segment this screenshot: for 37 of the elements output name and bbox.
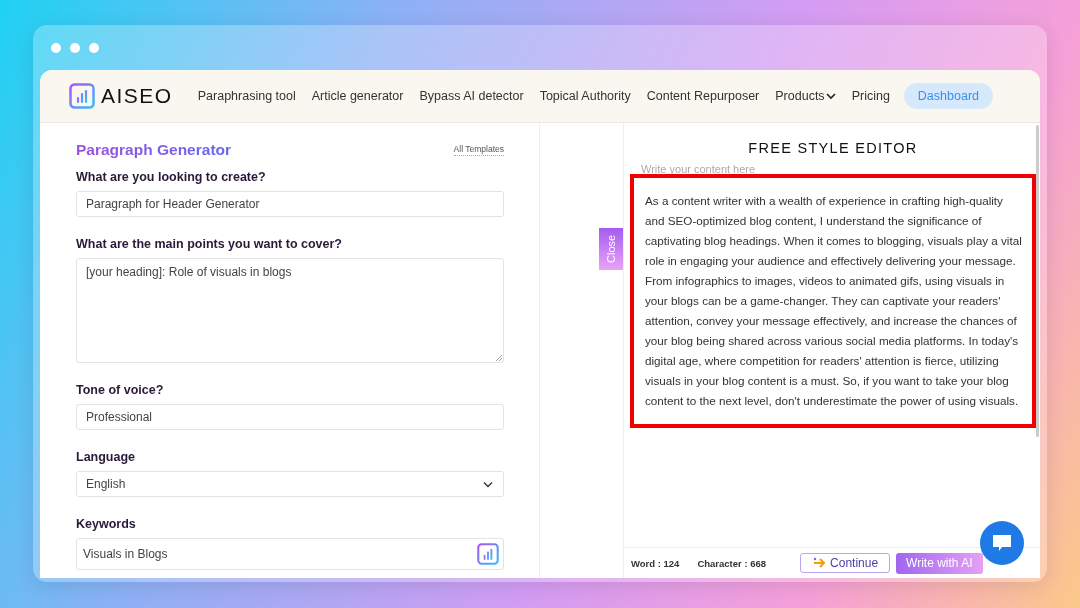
editor-text[interactable]: As a content writer with a wealth of experience in crafting high-quality and SEO-optimized blog content, I understand the significance of captivating blog headings. When it comes to blogging, visuals play a vital role in engaging your audience and effectively delivering your message. From infographics to images, videos to animated gifs, using visuals in your blogs can be a game-changer. They can captivate your readers' attention, convey your message effectively, and increase the chances of your blog being shared across various social media platforms. In today's digital age, where competition for readers' attention is fierce, utilizing visuals in your blog content is a must. So, if you want to take your blog content to the next level, don't underestimate the power of using visuals. xyxy=(630,174,1036,428)
keyword-field[interactable]: Visuals in Blogs xyxy=(76,538,504,570)
scrollbar[interactable] xyxy=(1036,125,1039,437)
nav-link[interactable]: Article generator xyxy=(311,89,404,103)
nav-link[interactable]: Topical Authority xyxy=(539,89,631,103)
nav-link[interactable]: Bypass AI detector xyxy=(419,89,524,103)
window-dot xyxy=(51,43,61,53)
chat-button[interactable] xyxy=(980,521,1024,565)
templates-link[interactable]: All Templates xyxy=(453,144,504,156)
resize-handle-icon[interactable] xyxy=(495,354,502,361)
field-label: What are you looking to create? xyxy=(76,170,267,184)
logo-icon xyxy=(477,543,499,565)
logo-text: AISEO xyxy=(101,84,173,108)
window-dot xyxy=(70,43,80,53)
arrow-icon xyxy=(813,557,828,569)
editor-title: FREE STYLE EDITOR xyxy=(747,140,919,156)
window-dot xyxy=(89,43,99,53)
field-label: Language xyxy=(76,450,137,464)
word-count: Word : 124 xyxy=(631,557,680,569)
nav-link[interactable]: Content Repurposer xyxy=(646,89,760,103)
chat-icon xyxy=(991,533,1013,553)
field-label: What are the main points you want to cover? xyxy=(76,237,343,251)
continue-button[interactable]: Continue xyxy=(800,553,891,573)
text-field[interactable]: Professional xyxy=(76,404,504,430)
chevron-down-icon xyxy=(825,92,836,100)
chevron-down-icon xyxy=(483,480,493,488)
text-field[interactable]: Paragraph for Header Generator xyxy=(76,191,504,217)
logo-icon xyxy=(69,83,95,109)
text-area[interactable]: [your heading]: Role of visuals in blogs xyxy=(76,258,504,363)
field-label: Keywords xyxy=(76,517,137,531)
language-select[interactable]: English xyxy=(76,471,504,497)
nav-link[interactable]: Paraphrasing tool xyxy=(197,89,296,103)
character-count: Character : 668 xyxy=(697,557,767,569)
nav-link[interactable]: Pricing xyxy=(851,89,890,103)
field-label: Tone of voice? xyxy=(76,383,165,397)
generator-title: Paragraph Generator xyxy=(76,141,232,159)
nav-dropdown[interactable]: Products xyxy=(775,89,836,103)
